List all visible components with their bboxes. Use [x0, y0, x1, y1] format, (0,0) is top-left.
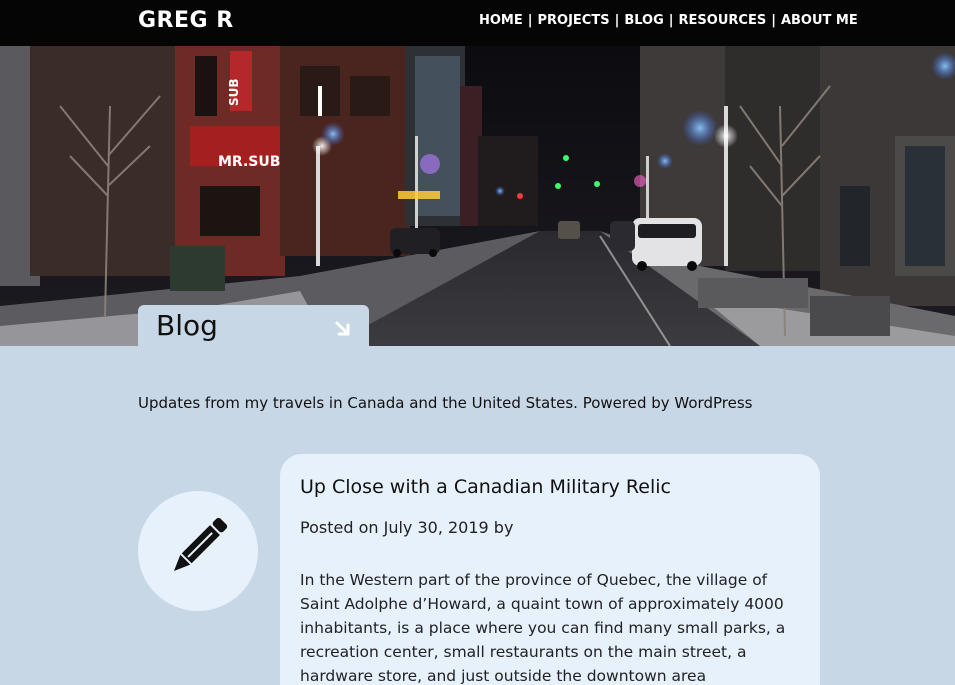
blog-tagline: Updates from my travels in Canada and th…: [138, 394, 753, 412]
post-excerpt: In the Western part of the province of Q…: [300, 571, 786, 685]
hero-image: SUB MR.SUB: [0, 46, 955, 346]
posted-on-label: Posted on: [300, 518, 379, 537]
top-bar: GREG R HOME | PROJECTS | BLOG | RESOURCE…: [0, 0, 955, 46]
post-title-link[interactable]: Up Close with a Canadian Military Relic: [300, 476, 671, 498]
arrow-down-right-icon: [335, 321, 350, 336]
page-title: Blog: [156, 309, 218, 342]
nav-separator: |: [614, 13, 620, 28]
street-scene: SUB MR.SUB: [0, 46, 955, 346]
site-logo[interactable]: GREG R: [138, 8, 234, 33]
blog-tab: Blog: [138, 305, 369, 346]
nav-separator: |: [527, 13, 533, 28]
nav-about-me[interactable]: ABOUT ME: [781, 13, 858, 28]
mr-sub-sign: MR.SUB: [218, 154, 280, 170]
post-card: Up Close with a Canadian Military Relic …: [280, 454, 820, 685]
post-icon-circle: [138, 491, 258, 611]
posted-by-label: by: [493, 518, 514, 537]
post-meta: Posted on July 30, 2019 by: [300, 518, 513, 537]
main-nav: HOME | PROJECTS | BLOG | RESOURCES | ABO…: [479, 13, 858, 28]
sub-sign: SUB: [227, 78, 241, 106]
nav-separator: |: [771, 13, 776, 28]
post-date-link[interactable]: July 30, 2019: [384, 518, 489, 537]
nav-separator: |: [668, 13, 674, 28]
nav-resources[interactable]: RESOURCES: [679, 13, 767, 28]
pencil-icon: [173, 517, 228, 572]
nav-projects[interactable]: PROJECTS: [538, 13, 610, 28]
nav-home[interactable]: HOME: [479, 13, 523, 28]
nav-blog[interactable]: BLOG: [624, 13, 663, 28]
